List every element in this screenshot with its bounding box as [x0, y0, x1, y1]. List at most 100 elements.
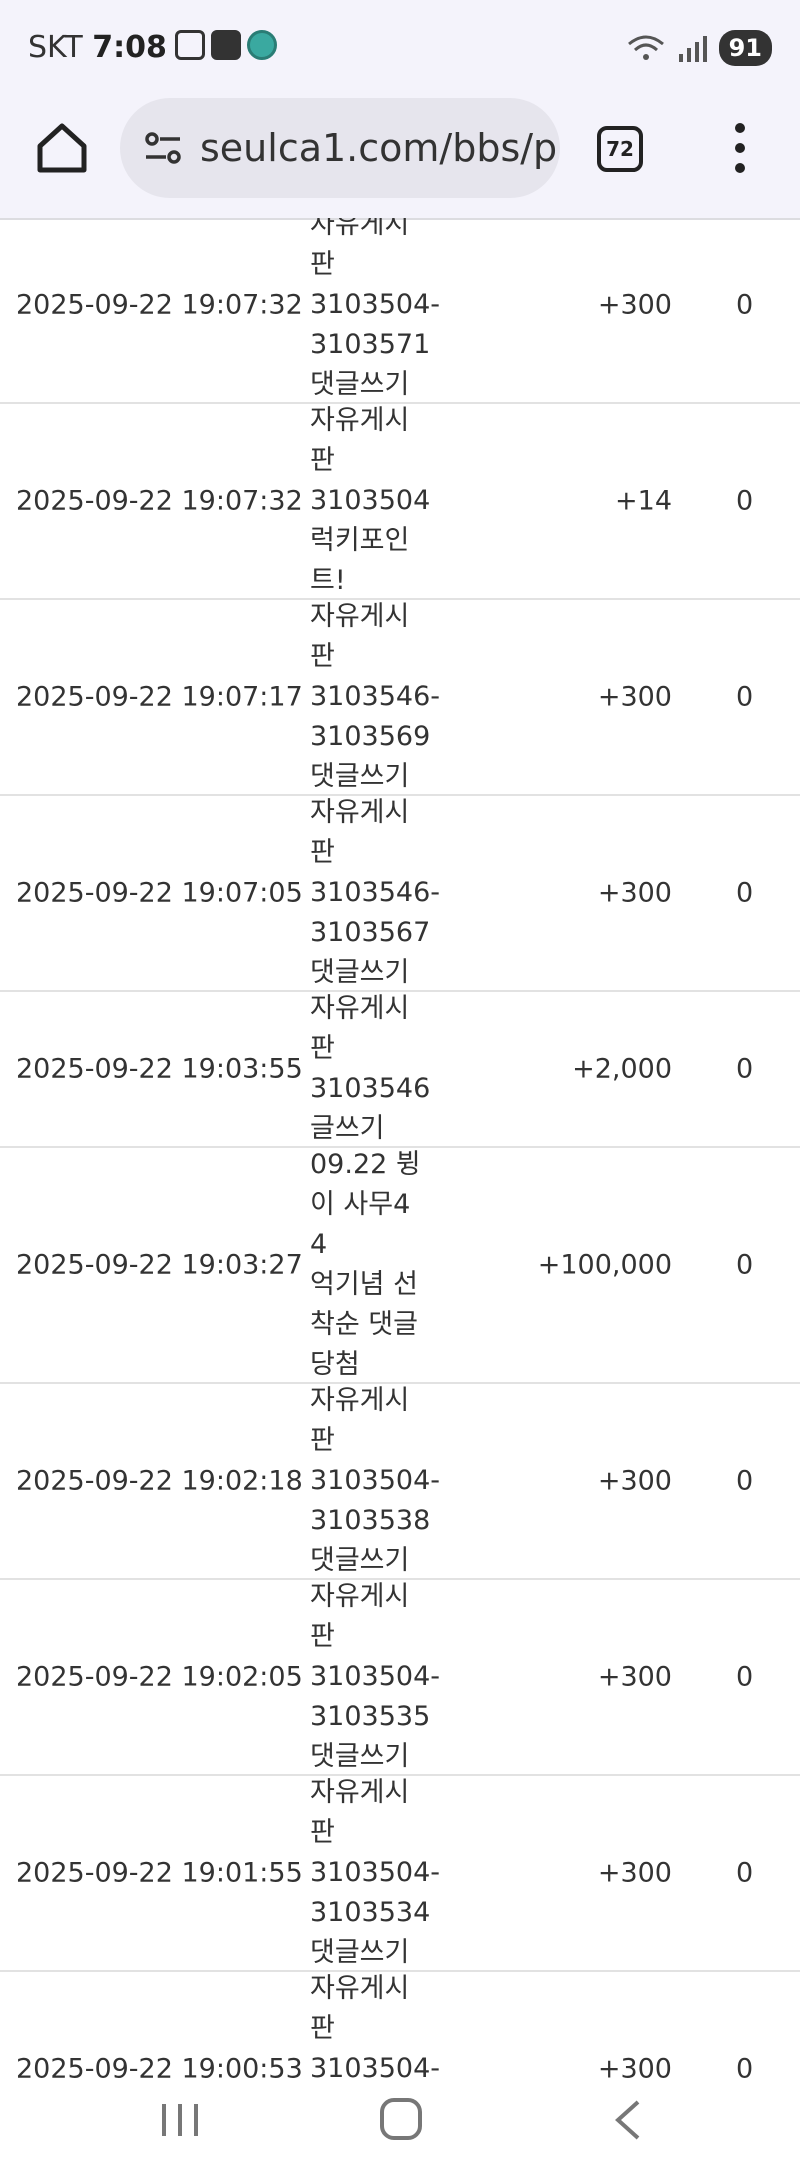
row-description-line: 자유게시판 [310, 218, 410, 280]
row-description: 자유게시판 3103504 럭키포인트! [310, 401, 430, 601]
row-points: +14 [615, 485, 672, 517]
row-description-line: 자유게시판 [310, 1581, 410, 1652]
wifi-icon [627, 35, 664, 60]
row-points: +300 [597, 1465, 672, 1497]
row-description-line: 3103504- [310, 2053, 440, 2078]
row-description-line: 댓글쓰기 [310, 1545, 410, 1576]
table-row: 2025-09-22 19:03:55 자유게시판 3103546 글쓰기 +2,000… [0, 992, 800, 1148]
app-notification-icon [247, 30, 277, 60]
row-datetime: 2025-09-22 19:03:27 [16, 1249, 303, 1281]
row-description-line: 트! [310, 565, 346, 596]
row-datetime: 2025-09-22 19:01:55 [16, 1857, 303, 1889]
point-history-table: 2025-09-22 19:07:32 자유게시판 3103504- 3103571 댓… [0, 218, 800, 2078]
browser-toolbar: seulca1.com/bbs/p 72 [0, 98, 800, 220]
row-datetime: 2025-09-22 19:00:53 [16, 2053, 303, 2079]
row-description: 자유게시판 3103546 글쓰기 [310, 989, 430, 1149]
row-description-line: 댓글쓰기 [310, 1937, 410, 1968]
row-description-line: 3103504- [310, 289, 440, 320]
home-nav-icon[interactable] [380, 2098, 422, 2140]
notification-icons [175, 30, 277, 60]
row-balance: 0 [736, 681, 754, 713]
row-description-line: 3103535 [310, 1701, 431, 1732]
back-icon[interactable] [612, 2098, 642, 2142]
row-points: +300 [597, 289, 672, 321]
row-description: 자유게시판3103504-3103524댓글쓰기 [310, 1969, 440, 2078]
row-description: 자유게시판 3103546- 3103569 댓글쓰기 [310, 597, 440, 797]
row-description-line: 댓글쓰기 [310, 369, 410, 400]
point-history-list[interactable]: 2025-09-22 19:07:32 자유게시판 3103504- 3103571 댓… [0, 218, 800, 2078]
url-text[interactable]: seulca1.com/bbs/p [200, 126, 557, 170]
row-description-line: 3103546- [310, 877, 440, 908]
row-description-line: 3103546- [310, 681, 440, 712]
row-description: 자유게시판 3103504- 3103571 댓글쓰기 [310, 218, 440, 405]
row-description: 자유게시판 3103504- 3103534 댓글쓰기 [310, 1773, 440, 1973]
table-row: 2025-09-22 19:02:18 자유게시판 3103504- 3103538 댓… [0, 1384, 800, 1580]
row-description-line: 자유게시판 [310, 797, 410, 868]
row-description-line: 억기념 선 [310, 1269, 418, 1300]
battery-level: 91 [718, 30, 772, 66]
row-description: 09.22 뷩이 사무4 4 억기념 선착순 댓글당첨 [310, 1145, 430, 1385]
table-row: 2025-09-22 19:03:27 09.22 뷩이 사무4 4 억기념 선착순… [0, 1148, 800, 1384]
row-description-line: 자유게시판 [310, 1385, 410, 1456]
row-points: +300 [597, 1857, 672, 1889]
row-description-line: 3103504 [310, 485, 431, 516]
row-balance: 0 [736, 1661, 754, 1693]
row-balance: 0 [736, 289, 754, 321]
row-points: +300 [597, 877, 672, 909]
row-balance: 0 [736, 1249, 754, 1281]
row-description-line: 3103538 [310, 1505, 431, 1536]
row-description-line: 3103504- [310, 1857, 440, 1888]
row-points: +300 [597, 1661, 672, 1693]
system-icons: 91 [627, 30, 772, 66]
row-balance: 0 [736, 1053, 754, 1085]
carrier-label: SKT [28, 30, 83, 65]
vpn-app-icon [211, 30, 241, 60]
row-description: 자유게시판 3103546- 3103567 댓글쓰기 [310, 793, 440, 993]
row-datetime: 2025-09-22 19:07:32 [16, 289, 303, 321]
site-settings-icon[interactable] [142, 127, 184, 169]
row-description: 자유게시판 3103504- 3103535 댓글쓰기 [310, 1577, 440, 1777]
row-description-line: 3103504- [310, 1661, 440, 1692]
row-points: +2,000 [572, 1053, 672, 1085]
clock: 7:08 [92, 30, 167, 65]
row-description-line: 럭키포인 [310, 525, 410, 556]
table-row: 2025-09-22 19:07:32 자유게시판 3103504- 3103571 댓… [0, 218, 800, 404]
system-navigation-bar [0, 2078, 800, 2180]
row-points: +300 [597, 2053, 672, 2079]
row-balance: 0 [736, 2053, 754, 2079]
row-description-line: 09.22 뷩 [310, 1149, 421, 1180]
row-description-line: 자유게시판 [310, 993, 410, 1064]
table-row: 2025-09-22 19:02:05 자유게시판 3103504- 3103535 댓… [0, 1580, 800, 1776]
row-description-line: 3103567 [310, 917, 431, 948]
row-description-line: 자유게시판 [310, 405, 410, 476]
table-row: 2025-09-22 19:07:32 자유게시판 3103504 럭키포인트! +14… [0, 404, 800, 600]
row-description-line: 3103534 [310, 1897, 431, 1928]
table-row: 2025-09-22 19:07:17 자유게시판 3103546- 3103569 댓… [0, 600, 800, 796]
screenshot-icon [175, 30, 205, 60]
row-datetime: 2025-09-22 19:07:17 [16, 681, 303, 713]
row-description-line: 3103569 [310, 721, 431, 752]
row-description-line: 당첨 [310, 1349, 360, 1380]
recent-apps-icon[interactable] [160, 2100, 200, 2140]
row-datetime: 2025-09-22 19:03:55 [16, 1053, 303, 1085]
table-row: 2025-09-22 19:00:53자유게시판3103504-3103524댓… [0, 1972, 800, 2078]
row-description-line: 이 사무4 4 [310, 1189, 411, 1260]
row-description-line: 3103504- [310, 1465, 440, 1496]
row-description-line: 착순 댓글 [310, 1309, 418, 1340]
row-points: +300 [597, 681, 672, 713]
home-icon[interactable] [34, 120, 90, 176]
carrier-time: SKT 7:08 [28, 30, 167, 65]
row-points: +100,000 [537, 1249, 672, 1281]
table-row: 2025-09-22 19:01:55 자유게시판 3103504- 3103534 댓… [0, 1776, 800, 1972]
tab-switcher-button[interactable]: 72 [597, 126, 643, 172]
address-bar[interactable]: seulca1.com/bbs/p [120, 98, 560, 198]
row-description-line: 자유게시판 [310, 1973, 410, 2044]
row-datetime: 2025-09-22 19:02:05 [16, 1661, 303, 1693]
row-datetime: 2025-09-22 19:07:05 [16, 877, 303, 909]
row-datetime: 2025-09-22 19:02:18 [16, 1465, 303, 1497]
row-datetime: 2025-09-22 19:07:32 [16, 485, 303, 517]
row-balance: 0 [736, 1465, 754, 1497]
overflow-menu-icon[interactable] [725, 120, 755, 176]
row-balance: 0 [736, 485, 754, 517]
row-description-line: 댓글쓰기 [310, 1741, 410, 1772]
